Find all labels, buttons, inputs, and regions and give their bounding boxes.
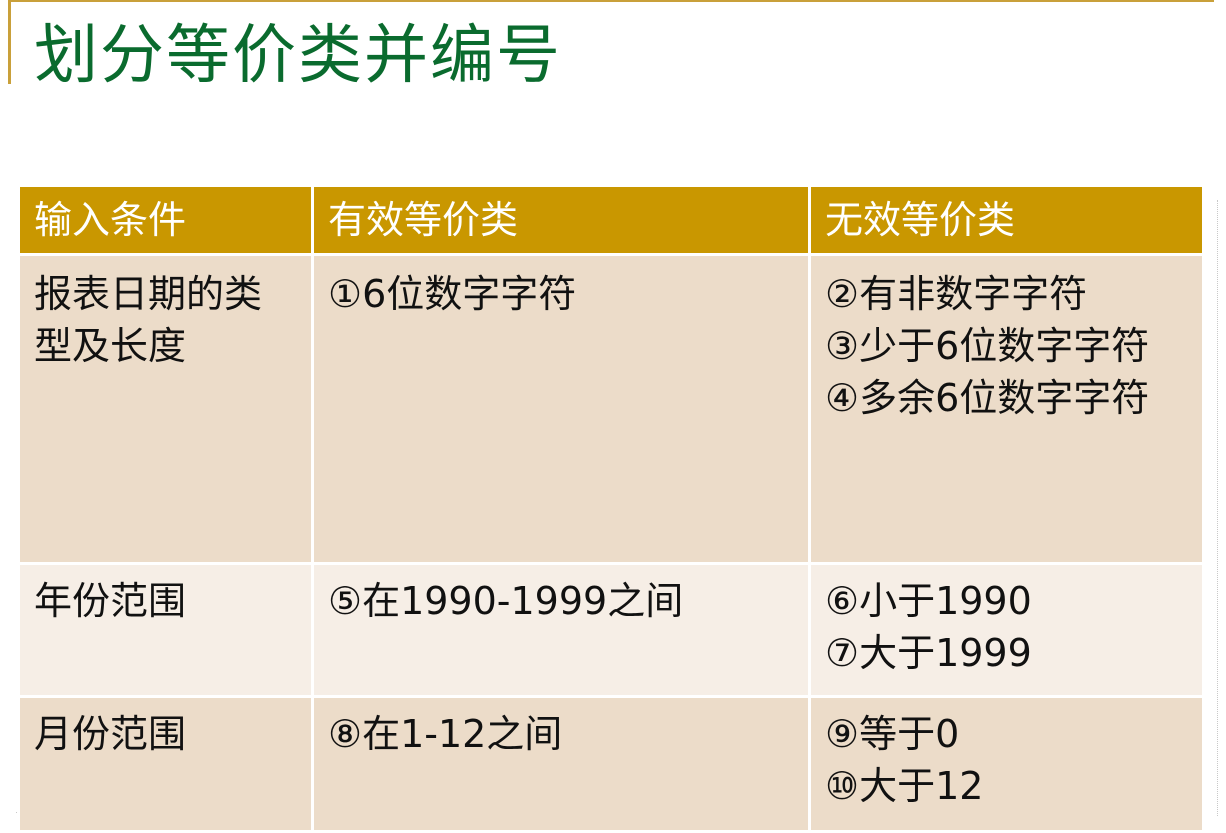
header-input-condition: 输入条件 bbox=[17, 184, 314, 256]
table-header-row: 输入条件 有效等价类 无效等价类 bbox=[17, 184, 1205, 256]
valid-item: ①6位数字字符 bbox=[328, 272, 577, 316]
invalid-item: ⑦大于1999 bbox=[825, 631, 1032, 675]
invalid-cell: ⑨等于0 ⑩大于12 bbox=[808, 695, 1205, 833]
invalid-item: ②有非数字字符 bbox=[825, 272, 1088, 316]
invalid-item: ④多余6位数字字符 bbox=[825, 376, 1150, 420]
valid-cell: ⑤在1990-1999之间 bbox=[311, 562, 811, 698]
valid-item: ⑤在1990-1999之间 bbox=[328, 579, 684, 623]
condition-text: 报表日期的类型及长度 bbox=[34, 272, 263, 368]
invalid-item: ⑥小于1990 bbox=[825, 579, 1032, 623]
title-accent-bar bbox=[8, 0, 11, 84]
placeholder-border-right bbox=[1217, 200, 1218, 816]
invalid-cell: ②有非数字字符 ③少于6位数字字符 ④多余6位数字字符 bbox=[808, 253, 1205, 565]
invalid-item: ⑨等于0 bbox=[825, 712, 960, 756]
header-invalid-class: 无效等价类 bbox=[808, 184, 1205, 256]
table-row: 年份范围 ⑤在1990-1999之间 ⑥小于1990 ⑦大于1999 bbox=[17, 562, 1205, 698]
valid-cell: ①6位数字字符 bbox=[311, 253, 811, 565]
title-accent-line bbox=[8, 0, 1214, 2]
valid-item: ⑧在1-12之间 bbox=[328, 712, 563, 756]
equivalence-class-table: 输入条件 有效等价类 无效等价类 报表日期的类型及长度 ①6位数字字符 ②有非数… bbox=[17, 184, 1205, 833]
table-row: 报表日期的类型及长度 ①6位数字字符 ②有非数字字符 ③少于6位数字字符 ④多余… bbox=[17, 253, 1205, 565]
condition-cell: 报表日期的类型及长度 bbox=[17, 253, 314, 565]
table-row: 月份范围 ⑧在1-12之间 ⑨等于0 ⑩大于12 bbox=[17, 695, 1205, 833]
invalid-item: ⑩大于12 bbox=[825, 764, 984, 808]
invalid-item: ③少于6位数字字符 bbox=[825, 324, 1150, 368]
valid-cell: ⑧在1-12之间 bbox=[311, 695, 811, 833]
condition-cell: 月份范围 bbox=[17, 695, 314, 833]
condition-cell: 年份范围 bbox=[17, 562, 314, 698]
invalid-cell: ⑥小于1990 ⑦大于1999 bbox=[808, 562, 1205, 698]
slide-title: 划分等价类并编号 bbox=[34, 19, 562, 93]
header-valid-class: 有效等价类 bbox=[311, 184, 811, 256]
